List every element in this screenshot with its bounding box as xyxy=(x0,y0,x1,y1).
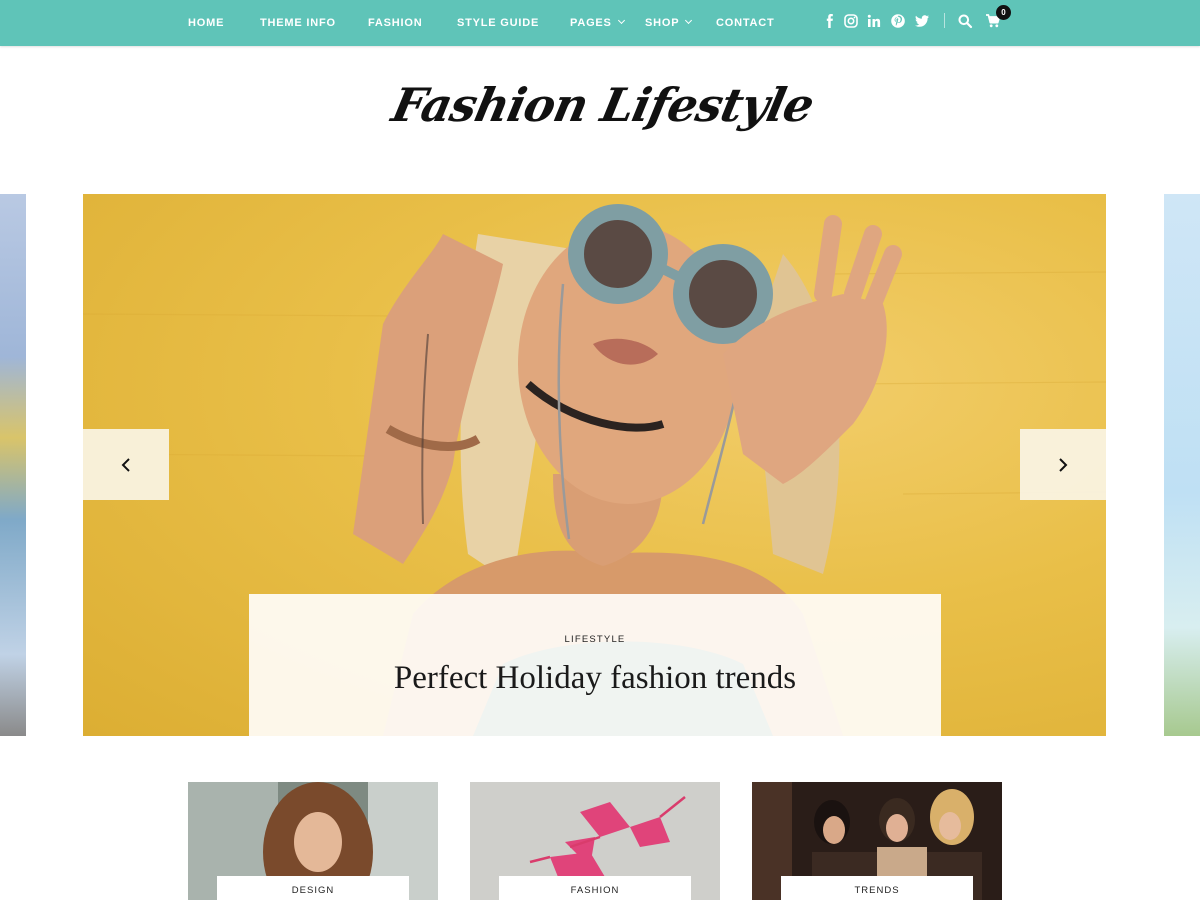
site-logo[interactable]: Fashion Lifestyle xyxy=(291,78,908,158)
cart-count-badge: 0 xyxy=(996,5,1011,20)
nav-divider xyxy=(944,13,945,28)
slide-title[interactable]: Perfect Holiday fashion trends xyxy=(249,660,941,697)
chevron-down-icon xyxy=(685,16,693,25)
slide-category[interactable]: LIFESTYLE xyxy=(249,634,941,645)
card-category[interactable]: DESIGN xyxy=(217,876,409,900)
nav-fashion[interactable]: FASHION xyxy=(368,17,423,31)
hero-slider: LIFESTYLE Perfect Holiday fashion trends xyxy=(83,194,1106,736)
slider-next-slide-peek xyxy=(1164,194,1200,736)
nav-pages-label: PAGES xyxy=(570,17,612,29)
featured-card-design[interactable]: DESIGN xyxy=(188,782,438,900)
linkedin-icon[interactable] xyxy=(866,13,882,29)
featured-card-fashion[interactable]: FASHION xyxy=(470,782,720,900)
chevron-down-icon xyxy=(617,16,625,25)
top-nav-bar: HOME THEME INFO FASHION STYLE GUIDE PAGE… xyxy=(0,0,1200,46)
slider-next-button[interactable] xyxy=(1020,429,1106,500)
nav-contact[interactable]: CONTACT xyxy=(716,17,775,31)
nav-theme-info[interactable]: THEME INFO xyxy=(260,17,336,31)
pinterest-icon[interactable] xyxy=(890,13,906,29)
nav-home[interactable]: HOME xyxy=(188,17,224,31)
nav-pages[interactable]: PAGES xyxy=(570,16,625,31)
nav-shop[interactable]: SHOP xyxy=(645,16,693,31)
nav-shop-label: SHOP xyxy=(645,17,680,29)
chevron-left-icon xyxy=(121,458,130,472)
slider-prev-slide-peek xyxy=(0,194,26,736)
twitter-icon[interactable] xyxy=(914,13,930,29)
chevron-right-icon xyxy=(1059,458,1068,472)
featured-card-trends[interactable]: TRENDS xyxy=(752,782,1002,900)
slider-prev-button[interactable] xyxy=(83,429,169,500)
instagram-icon[interactable] xyxy=(843,13,859,29)
nav-style-guide[interactable]: STYLE GUIDE xyxy=(457,17,539,31)
card-category[interactable]: TRENDS xyxy=(781,876,973,900)
facebook-icon[interactable] xyxy=(822,13,838,29)
search-icon[interactable] xyxy=(957,13,973,29)
card-category[interactable]: FASHION xyxy=(499,876,691,900)
slide-caption: LIFESTYLE Perfect Holiday fashion trends xyxy=(249,594,941,736)
